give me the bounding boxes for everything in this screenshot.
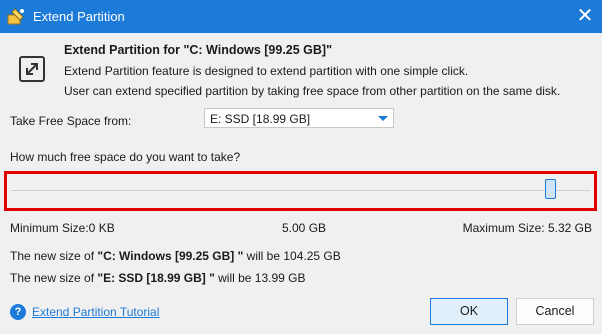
size-slider[interactable]: [4, 171, 597, 211]
take-from-value: E: SSD [18.99 GB]: [210, 112, 311, 126]
ok-button[interactable]: OK: [430, 298, 508, 325]
cancel-button[interactable]: Cancel: [516, 298, 594, 325]
description-line-2: User can extend specified partition by t…: [64, 84, 561, 98]
tutorial-link[interactable]: Extend Partition Tutorial: [32, 305, 159, 319]
maximum-size: Maximum Size: 5.32 GB: [462, 221, 592, 235]
partition-wizard-icon: [7, 8, 24, 25]
close-icon[interactable]: ✕: [568, 0, 602, 33]
selected-size: 5.00 GB: [282, 221, 327, 235]
description-line-1: Extend Partition feature is designed to …: [64, 64, 469, 78]
slider-handle[interactable]: [545, 179, 556, 199]
title-bar: Extend Partition ✕: [0, 0, 602, 33]
new-size-c: The new size of "C: Windows [99.25 GB] "…: [10, 249, 341, 263]
extend-partition-icon: [19, 56, 45, 82]
take-from-label: Take Free Space from:: [10, 114, 132, 128]
dialog-heading: Extend Partition for "C: Windows [99.25 …: [64, 43, 333, 57]
slider-track: [11, 190, 590, 191]
new-size-e: The new size of "E: SSD [18.99 GB] " wil…: [10, 271, 306, 285]
window-title: Extend Partition: [33, 9, 125, 24]
free-space-question: How much free space do you want to take?: [10, 150, 241, 164]
minimum-size: Minimum Size:0 KB: [10, 221, 115, 235]
chevron-down-icon: [378, 116, 388, 121]
help-icon[interactable]: ?: [10, 304, 26, 320]
take-from-select[interactable]: E: SSD [18.99 GB]: [204, 108, 394, 128]
